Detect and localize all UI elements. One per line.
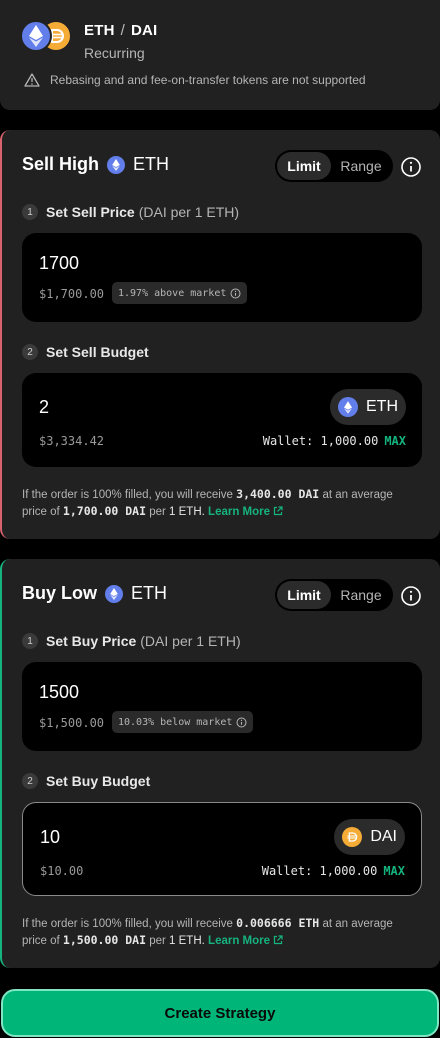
learn-more-link[interactable]: Learn More [208,506,283,518]
card-title: Buy Low ETH [22,583,167,604]
summary-text: per [149,935,166,947]
step-set-buy-budget: 2 Set Buy Budget [22,773,150,789]
max-button[interactable]: MAX [384,434,406,448]
eth-icon [338,397,358,417]
market-diff-badge: 1.97% above market [112,282,248,304]
order-type-toggle[interactable]: Limit Range [275,579,393,611]
market-diff-badge: 10.03% below market [112,711,254,733]
summary-text: If the order is 100% filled, you will re… [22,489,233,501]
max-button[interactable]: MAX [383,864,405,878]
wallet-text: Wallet: 1,000.00 [261,864,378,878]
wallet-balance: Wallet: 1,000.00 MAX [263,434,406,448]
card-title: Sell High ETH [22,154,169,175]
range-option[interactable]: Range [331,152,391,180]
eth-icon [105,584,123,603]
strategy-type: Recurring [84,45,145,61]
step-number: 2 [22,773,38,789]
receive-amount: 3,400.00 DAI [236,487,320,501]
buy-price-value[interactable]: 1500 [39,682,79,703]
fill-summary: If the order is 100% filled, you will re… [22,486,418,520]
order-type-toggle[interactable]: Limit Range [275,150,393,182]
summary-text: If the order is 100% filled, you will re… [22,918,233,930]
token-selector[interactable]: ETH [330,389,406,425]
eth-icon [107,155,126,174]
step-label: Set Sell Price [46,204,135,220]
token-selector[interactable]: DAI [334,819,405,855]
buy-price-input[interactable]: 1500 $1,500.00 10.03% below market [22,662,422,751]
pair-title: ETH / DAI [84,22,157,39]
market-diff-text: 1.97% above market [118,287,227,299]
token-warning: Rebasing and and fee-on-transfer tokens … [24,73,366,87]
external-link-icon[interactable] [273,935,283,945]
info-icon[interactable] [400,585,422,607]
learn-more-link[interactable]: Learn More [208,935,283,947]
fill-summary: If the order is 100% filled, you will re… [22,915,418,949]
sell-price-value[interactable]: 1700 [39,253,79,274]
step-number: 2 [22,344,38,360]
info-icon[interactable] [230,288,241,299]
per-token: 1 ETH. [169,935,205,947]
step-label: Set Sell Budget [46,344,149,360]
token-label: DAI [370,828,397,845]
warning-text: Rebasing and and fee-on-transfer tokens … [50,73,366,87]
buy-budget-input[interactable]: 10 DAI $10.00 Wallet: 1,000.00 MAX [22,802,422,896]
pair-separator: / [120,22,125,39]
quote-token: DAI [130,22,158,39]
step-set-sell-budget: 2 Set Sell Budget [22,344,149,360]
eth-icon [20,20,52,52]
average-price: 1,700.00 DAI [62,504,147,518]
buy-title: Buy Low [22,583,97,603]
step-label: Set Buy Budget [46,773,151,789]
summary-text: per [149,506,166,518]
learn-more-label[interactable]: Learn More [208,506,270,518]
sell-budget-fiat: $3,334.42 [39,434,105,448]
external-link-icon[interactable] [273,506,283,516]
limit-option[interactable]: Limit [277,152,331,180]
buy-budget-value[interactable]: 10 [40,827,60,848]
learn-more-label[interactable]: Learn More [208,935,270,947]
token-label: ETH [366,398,398,415]
sell-high-card: Sell High ETH Limit Range 1 Set Sell Pri… [0,130,440,539]
wallet-text: Wallet: 1,000.00 [262,434,379,448]
wallet-balance: Wallet: 1,000.00 MAX [262,864,405,878]
per-token: 1 ETH. [169,506,205,518]
sell-price-fiat: $1,700.00 [39,287,105,301]
sell-budget-value[interactable]: 2 [39,397,49,418]
buy-price-fiat: $1,500.00 [39,716,105,730]
token-pair-icons [20,20,74,52]
step-set-sell-price: 1 Set Sell Price (DAI per 1 ETH) [22,204,239,220]
step-set-buy-price: 1 Set Buy Price (DAI per 1 ETH) [22,633,241,649]
buy-token: ETH [131,583,167,603]
dai-icon [342,827,363,847]
buy-budget-fiat: $10.00 [40,864,84,878]
sell-price-input[interactable]: 1700 $1,700.00 1.97% above market [22,233,422,322]
warning-icon [24,73,40,87]
info-icon[interactable] [236,717,247,728]
sell-token: ETH [133,154,170,174]
step-number: 1 [22,633,38,649]
receive-amount: 0.006666 ETH [236,916,320,930]
base-token: ETH [84,22,115,39]
step-unit: (DAI per 1 ETH) [140,633,241,649]
average-price: 1,500.00 DAI [62,933,147,947]
sell-budget-input[interactable]: 2 ETH $3,334.42 Wallet: 1,000.00 MAX [22,373,422,467]
market-diff-text: 10.03% below market [118,716,233,728]
info-icon[interactable] [400,156,422,178]
step-number: 1 [22,204,38,220]
sell-title: Sell High [22,154,100,174]
buy-low-card: Buy Low ETH Limit Range 1 Set Buy Price … [0,559,440,968]
strategy-header: ETH / DAI Recurring Rebasing and and fee-o… [0,0,440,110]
create-strategy-button[interactable]: Create Strategy [1,989,439,1037]
step-label: Set Buy Price [46,633,137,649]
range-option[interactable]: Range [331,581,391,609]
step-unit: (DAI per 1 ETH) [138,204,240,220]
limit-option[interactable]: Limit [277,581,331,609]
